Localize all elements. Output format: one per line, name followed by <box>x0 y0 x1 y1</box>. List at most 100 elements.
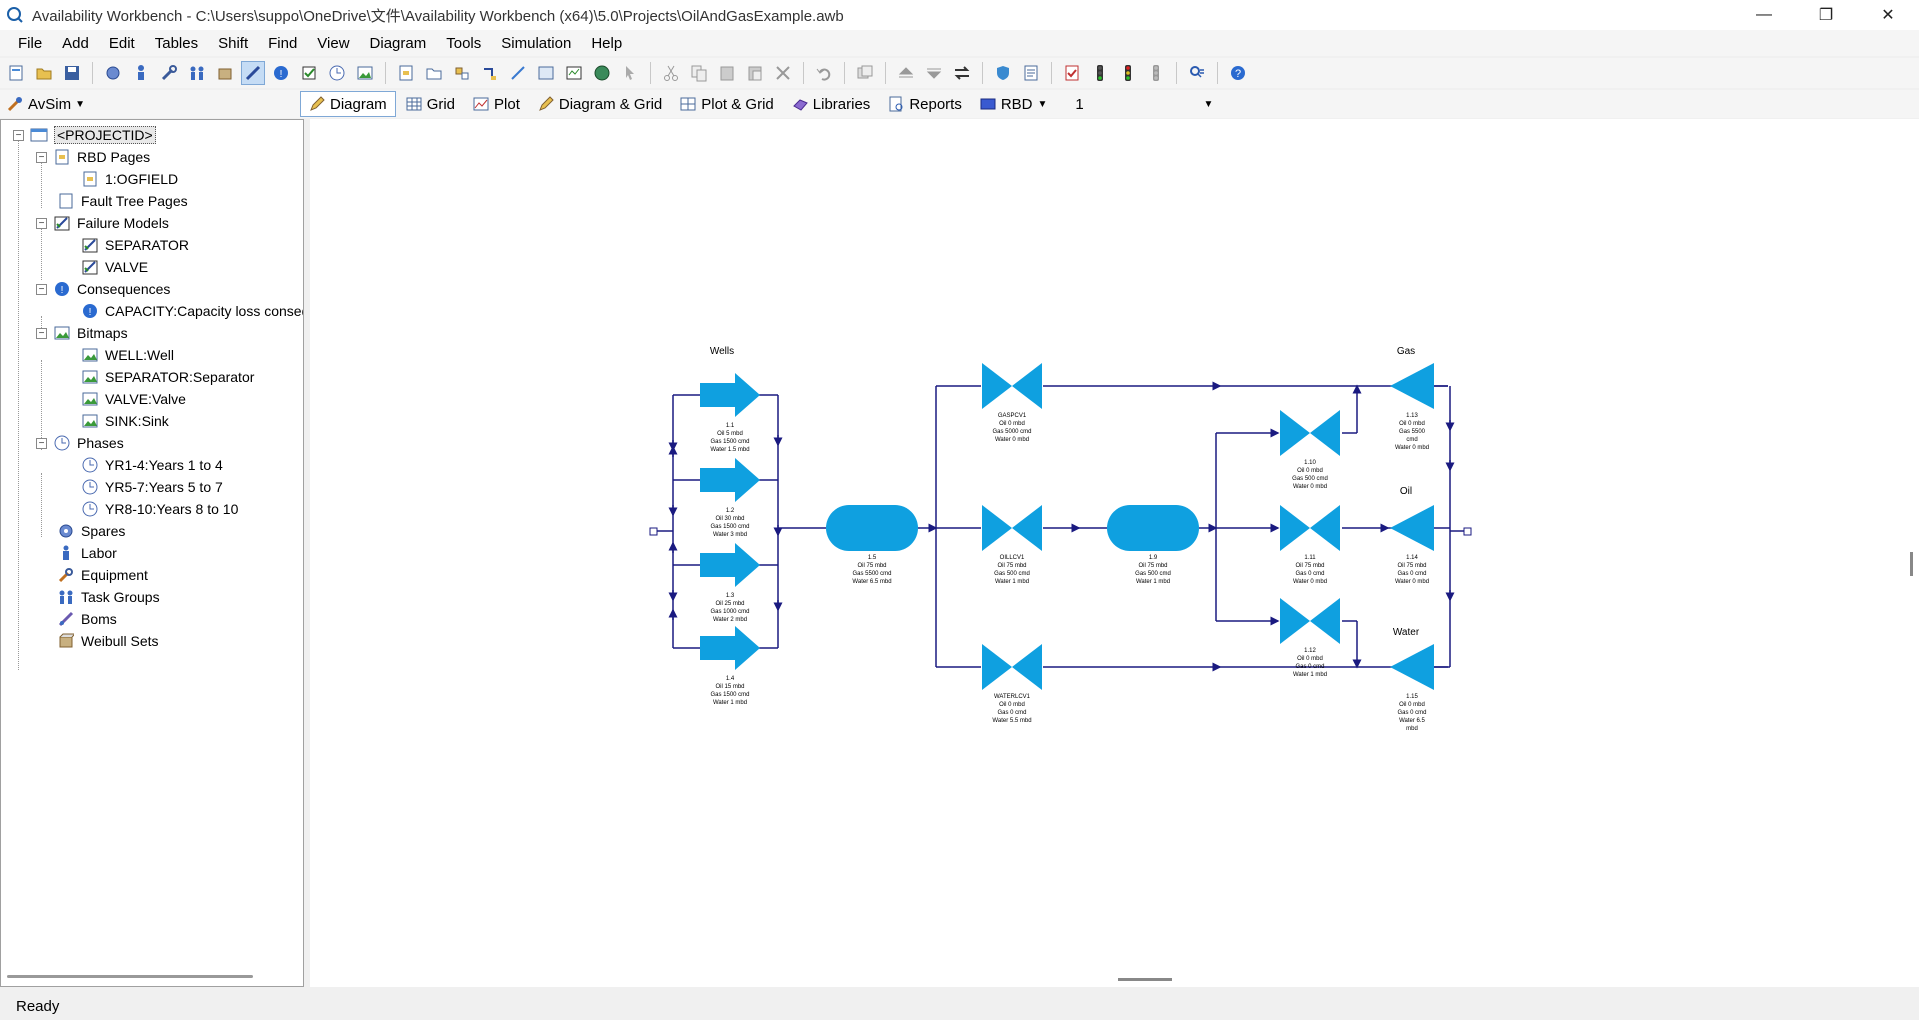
draw-line-icon[interactable] <box>506 61 530 85</box>
duplicate-icon[interactable] <box>853 61 877 85</box>
tree-item-fault-tree-pages[interactable]: Fault Tree Pages <box>57 190 188 212</box>
chart-check-icon[interactable] <box>562 61 586 85</box>
document-icon[interactable] <box>1019 61 1043 85</box>
tree-item-bm-sink[interactable]: SINK:Sink <box>81 410 169 432</box>
report-check-icon[interactable] <box>1060 61 1084 85</box>
shield-icon[interactable] <box>991 61 1015 85</box>
rbd-diagram[interactable]: 1.1 Oil 5 mbd Gas 1500 cmd Water 1.5 mbd 1.2… <box>310 119 1919 987</box>
tree-item-bm-valve[interactable]: VALVE:Valve <box>81 388 186 410</box>
menu-view[interactable]: View <box>307 33 359 54</box>
picture-frame-icon[interactable] <box>534 61 558 85</box>
tree-item-bitmaps[interactable]: − Bitmaps <box>36 322 128 344</box>
canvas-vertical-scrollbar[interactable] <box>1910 552 1913 576</box>
tree-item-task-groups[interactable]: Task Groups <box>57 586 160 608</box>
close-button[interactable]: ✕ <box>1857 0 1919 30</box>
module-selector[interactable]: AvSim ▼ <box>0 95 300 113</box>
rbd-page-icon[interactable] <box>394 61 418 85</box>
collapse-toggle[interactable]: − <box>36 437 47 449</box>
tree-horizontal-scrollbar[interactable] <box>7 975 253 978</box>
tree-item-phase-3[interactable]: YR8-10:Years 8 to 10 <box>81 498 238 520</box>
page-selector[interactable]: 1 ▼ <box>1069 93 1219 115</box>
link-icon[interactable] <box>450 61 474 85</box>
tree-item-equipment[interactable]: Equipment <box>57 564 148 586</box>
person-icon[interactable] <box>129 61 153 85</box>
info-icon[interactable]: ! <box>269 61 293 85</box>
menu-add[interactable]: Add <box>52 33 99 54</box>
tree-item-bm-well[interactable]: WELL:Well <box>81 344 174 366</box>
tab-diagram[interactable]: Diagram <box>300 91 396 117</box>
traffic-light-off-icon[interactable] <box>1144 61 1168 85</box>
collapse-toggle[interactable]: − <box>36 151 47 163</box>
menu-edit[interactable]: Edit <box>99 33 145 54</box>
valve-block <box>1310 505 1340 551</box>
tab-diagram-grid[interactable]: Diagram & Grid <box>530 91 670 117</box>
menu-simulation[interactable]: Simulation <box>491 33 581 54</box>
move-up-icon[interactable] <box>894 61 918 85</box>
tree-item-phase-1[interactable]: YR1-4:Years 1 to 4 <box>81 454 223 476</box>
open-folder-icon[interactable] <box>32 61 56 85</box>
tree-item-failure-models[interactable]: − Failure Models <box>36 212 169 234</box>
canvas-horizontal-scrollbar[interactable] <box>1118 978 1172 981</box>
clock-icon[interactable] <box>325 61 349 85</box>
tree-item-capacity[interactable]: ! CAPACITY:Capacity loss conseq <box>81 300 303 322</box>
tree-item-boms[interactable]: Boms <box>57 608 117 630</box>
undo-icon[interactable] <box>812 61 836 85</box>
tab-plot-grid[interactable]: Plot & Grid <box>672 91 782 117</box>
tree-item-rbd-page-1[interactable]: 1:OGFIELD <box>81 168 178 190</box>
checklist-icon[interactable] <box>297 61 321 85</box>
tab-libraries[interactable]: Libraries <box>784 91 879 117</box>
tab-grid[interactable]: Grid <box>398 91 463 117</box>
tab-reports[interactable]: Reports <box>880 91 970 117</box>
collapse-toggle[interactable]: − <box>13 129 24 141</box>
collapse-toggle[interactable]: − <box>36 217 47 229</box>
connector-icon[interactable] <box>478 61 502 85</box>
tab-plot[interactable]: Plot <box>465 91 528 117</box>
pointer-icon[interactable] <box>618 61 642 85</box>
tree-item-bm-separator[interactable]: SEPARATOR:Separator <box>81 366 254 388</box>
tree-item-weibull-sets[interactable]: Weibull Sets <box>57 630 159 652</box>
new-project-icon[interactable] <box>4 61 28 85</box>
rbd-dropdown[interactable]: RBD ▼ <box>972 91 1056 117</box>
menu-shift[interactable]: Shift <box>208 33 258 54</box>
cut-icon[interactable] <box>659 61 683 85</box>
query-icon[interactable] <box>1185 61 1209 85</box>
restore-button[interactable]: ❐ <box>1795 0 1857 30</box>
menu-help[interactable]: Help <box>581 33 632 54</box>
tree-item-phase-2[interactable]: YR5-7:Years 5 to 7 <box>81 476 223 498</box>
tree-item-labor[interactable]: Labor <box>57 542 117 564</box>
failure-model-icon[interactable] <box>241 61 265 85</box>
help-icon[interactable]: ? <box>1226 61 1250 85</box>
tree-item-rbd-pages[interactable]: − RBD Pages <box>36 146 150 168</box>
traffic-light-red-icon[interactable] <box>1116 61 1140 85</box>
paste-icon[interactable] <box>715 61 739 85</box>
globe-icon[interactable] <box>590 61 614 85</box>
copy-icon[interactable] <box>687 61 711 85</box>
minimize-button[interactable]: — <box>1733 0 1795 30</box>
box-icon[interactable] <box>213 61 237 85</box>
move-down-icon[interactable] <box>922 61 946 85</box>
delete-icon[interactable] <box>771 61 795 85</box>
collapse-toggle[interactable]: − <box>36 283 47 295</box>
image-icon[interactable] <box>353 61 377 85</box>
gear-blue-icon[interactable] <box>101 61 125 85</box>
diagram-canvas[interactable]: 1.1 Oil 5 mbd Gas 1500 cmd Water 1.5 mbd 1.2… <box>310 119 1919 987</box>
group-icon[interactable] <box>185 61 209 85</box>
menu-find[interactable]: Find <box>258 33 307 54</box>
paste-special-icon[interactable] <box>743 61 767 85</box>
tree-item-consequences[interactable]: − ! Consequences <box>36 278 170 300</box>
menu-tables[interactable]: Tables <box>145 33 208 54</box>
menu-tools[interactable]: Tools <box>436 33 491 54</box>
tree-item-phases[interactable]: − Phases <box>36 432 124 454</box>
traffic-light-green-icon[interactable] <box>1088 61 1112 85</box>
wrench-icon[interactable] <box>157 61 181 85</box>
tree-item-spares[interactable]: Spares <box>57 520 125 542</box>
tree-root[interactable]: − <PROJECTID> <box>13 124 156 146</box>
tree-item-fm-valve[interactable]: VALVE <box>81 256 148 278</box>
swap-icon[interactable] <box>950 61 974 85</box>
save-icon[interactable] <box>60 61 84 85</box>
collapse-toggle[interactable]: − <box>36 327 47 339</box>
menu-diagram[interactable]: Diagram <box>360 33 437 54</box>
tree-item-fm-separator[interactable]: SEPARATOR <box>81 234 189 256</box>
menu-file[interactable]: File <box>8 33 52 54</box>
folder-page-icon[interactable] <box>422 61 446 85</box>
